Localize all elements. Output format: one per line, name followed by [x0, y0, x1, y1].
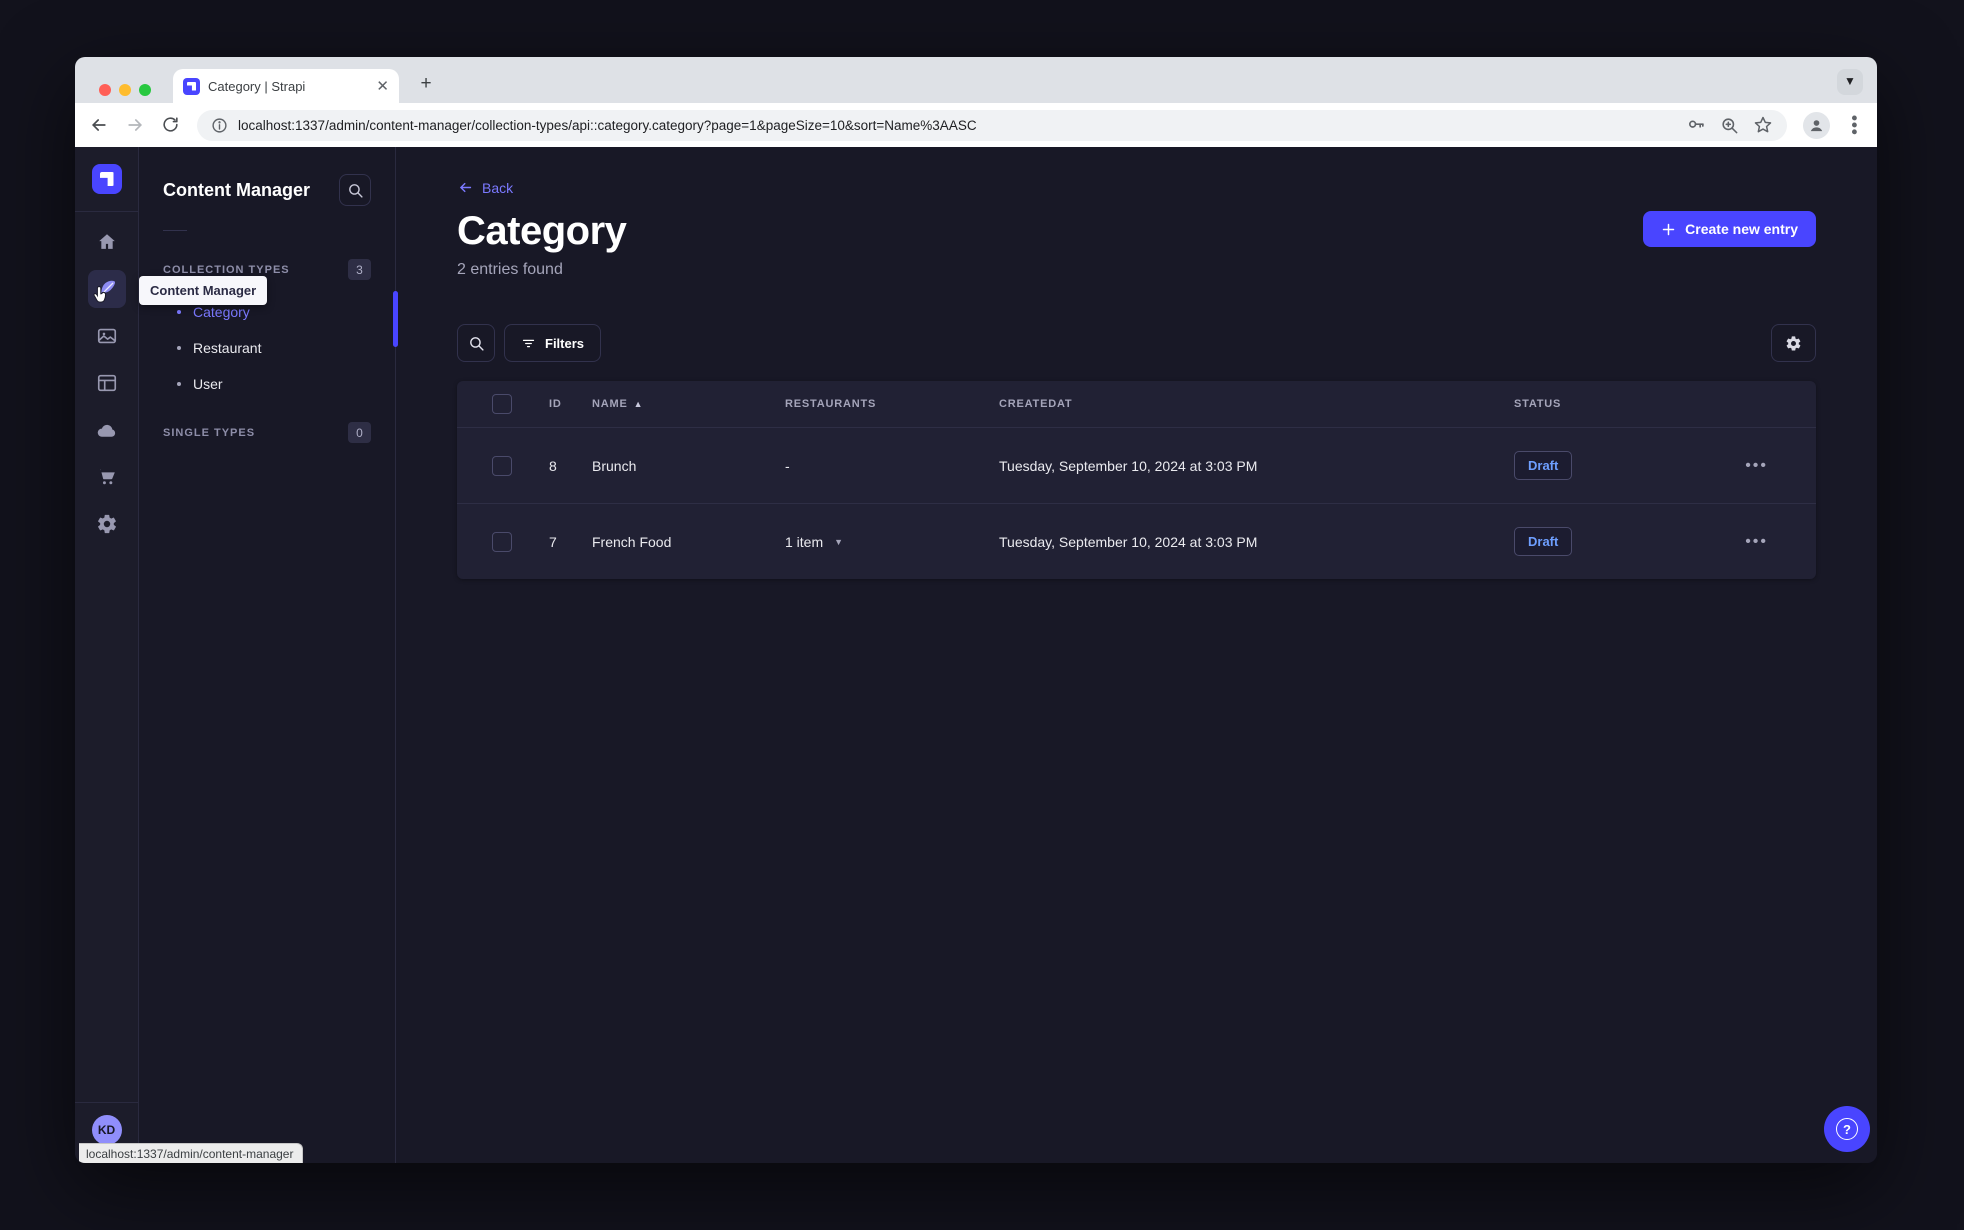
maximize-window-button[interactable]: [139, 84, 151, 96]
media-library-icon[interactable]: [88, 317, 126, 355]
logo-container: [75, 147, 138, 212]
cell-restaurants: -: [785, 457, 790, 474]
traffic-lights: [99, 84, 151, 96]
close-window-button[interactable]: [99, 84, 111, 96]
back-link[interactable]: Back: [457, 179, 513, 196]
table-row-brunch[interactable]: 8 Brunch - Tuesday, September 10, 2024 a…: [457, 427, 1816, 503]
entries-count: 2 entries found: [457, 261, 563, 278]
chevron-down-icon: ▼: [834, 536, 844, 547]
strapi-favicon-icon: [183, 77, 200, 95]
new-tab-plus-icon[interactable]: +: [415, 74, 437, 96]
single-types-section: SINGLE TYPES 0: [139, 422, 395, 443]
cell-restaurants[interactable]: 1 item ▼: [785, 534, 999, 550]
strapi-app: KD Content Manager COLLECTION TYPES 3 Ca…: [75, 147, 1877, 1163]
tab-close-icon[interactable]: ✕: [376, 79, 389, 94]
minimize-window-button[interactable]: [119, 84, 131, 96]
table-search-icon[interactable]: [457, 324, 495, 362]
bullet-icon: [177, 310, 181, 314]
single-types-label: SINGLE TYPES: [163, 426, 256, 439]
cell-id: 7: [549, 533, 557, 550]
row-checkbox[interactable]: [492, 531, 512, 552]
collection-types-count-badge: 3: [348, 259, 371, 280]
browser-status-bar: localhost:1337/admin/content-manager: [79, 1143, 304, 1163]
browser-toolbar: localhost:1337/admin/content-manager/col…: [75, 103, 1877, 147]
main-nav-icons: [87, 212, 126, 543]
row-actions-menu-icon[interactable]: •••: [1745, 533, 1768, 550]
cloud-icon[interactable]: [88, 411, 126, 449]
tab-title: Category | Strapi: [208, 78, 306, 94]
create-new-entry-button[interactable]: Create new entry: [1643, 211, 1816, 247]
column-header-name[interactable]: NAME ▲: [592, 398, 785, 410]
user-avatar[interactable]: KD: [91, 1115, 122, 1145]
row-actions-menu-icon[interactable]: •••: [1745, 457, 1768, 474]
subnav-item-label: Category: [193, 304, 250, 320]
arrow-left-icon: [459, 182, 472, 193]
view-settings-gear-icon[interactable]: [1771, 324, 1816, 362]
cell-name: French Food: [592, 533, 672, 550]
browser-menu-dots-icon[interactable]: •••: [1845, 115, 1864, 136]
create-button-label: Create new entry: [1685, 221, 1798, 237]
browser-profile-icon[interactable]: [1803, 111, 1830, 139]
status-badge: Draft: [1514, 451, 1573, 480]
filters-button[interactable]: Filters: [504, 324, 602, 362]
row-checkbox[interactable]: [492, 455, 512, 476]
sort-ascending-icon: ▲: [633, 399, 644, 409]
content-manager-tooltip: Content Manager: [139, 276, 268, 305]
site-info-icon[interactable]: [211, 117, 228, 134]
marketplace-cart-icon[interactable]: [88, 458, 126, 496]
help-button[interactable]: ?: [1824, 1106, 1870, 1152]
question-icon: ?: [1836, 1118, 1858, 1140]
subnav-item-restaurant[interactable]: Restaurant: [139, 330, 395, 366]
mouse-cursor-icon: [91, 284, 113, 306]
table-row-french-food[interactable]: 7 French Food 1 item ▼ Tuesday, Septembe…: [457, 503, 1816, 579]
select-all-checkbox[interactable]: [492, 394, 512, 414]
cell-name: Brunch: [592, 457, 637, 474]
divider: [163, 230, 187, 231]
single-types-count-badge: 0: [348, 422, 371, 443]
column-header-createdat[interactable]: CREATEDAT: [999, 398, 1514, 410]
cell-createdat: Tuesday, September 10, 2024 at 3:03 PM: [999, 457, 1258, 474]
tab-strip: Category | Strapi ✕ + ▼: [75, 57, 1877, 103]
browser-window: Category | Strapi ✕ + ▼ localhost:1337/a…: [75, 57, 1877, 1163]
zoom-page-icon[interactable]: [1720, 116, 1739, 135]
filter-icon: [522, 339, 535, 347]
cell-id: 8: [549, 457, 557, 474]
home-icon[interactable]: [88, 223, 126, 261]
subnav-item-user[interactable]: User: [139, 366, 395, 402]
url-text[interactable]: localhost:1337/admin/content-manager/col…: [238, 118, 1676, 133]
back-nav-icon[interactable]: [89, 115, 109, 135]
bullet-icon: [177, 382, 181, 386]
settings-gear-icon[interactable]: [88, 505, 126, 543]
search-icon[interactable]: [339, 174, 371, 206]
url-bar[interactable]: localhost:1337/admin/content-manager/col…: [197, 109, 1787, 141]
subnav-item-label: User: [193, 376, 223, 392]
collection-types-label: COLLECTION TYPES: [163, 263, 290, 276]
strapi-logo[interactable]: [91, 164, 122, 194]
column-header-status[interactable]: STATUS: [1514, 398, 1714, 410]
password-key-icon[interactable]: [1686, 115, 1706, 135]
filters-label: Filters: [545, 335, 585, 351]
subnav-title: Content Manager: [163, 179, 311, 200]
subnav-item-label: Restaurant: [193, 340, 262, 356]
bullet-icon: [177, 346, 181, 350]
bookmark-star-icon[interactable]: [1753, 115, 1773, 135]
table-header-row: ID NAME ▲ RESTAURANTS CREATEDAT STATUS: [457, 381, 1816, 427]
back-label: Back: [482, 179, 514, 196]
forward-nav-icon[interactable]: [125, 115, 145, 135]
entries-table: ID NAME ▲ RESTAURANTS CREATEDAT STATUS 8…: [457, 381, 1816, 579]
column-header-restaurants[interactable]: RESTAURANTS: [785, 398, 999, 410]
cell-status: Draft: [1514, 451, 1714, 480]
page-action-icons: [1686, 115, 1773, 135]
tab-search-chevron-down-icon[interactable]: ▼: [1837, 69, 1863, 95]
column-header-id[interactable]: ID: [514, 398, 592, 410]
main-content: Back Category Create new entry 2 entries…: [396, 147, 1877, 1163]
browser-tab[interactable]: Category | Strapi ✕: [173, 69, 399, 103]
page-title: Category: [457, 209, 627, 253]
status-badge: Draft: [1514, 527, 1573, 556]
reload-icon[interactable]: [161, 115, 181, 135]
plus-icon: [1662, 223, 1675, 235]
content-type-builder-icon[interactable]: [88, 364, 126, 402]
cell-status: Draft: [1514, 527, 1714, 556]
cell-createdat: Tuesday, September 10, 2024 at 3:03 PM: [999, 533, 1258, 550]
